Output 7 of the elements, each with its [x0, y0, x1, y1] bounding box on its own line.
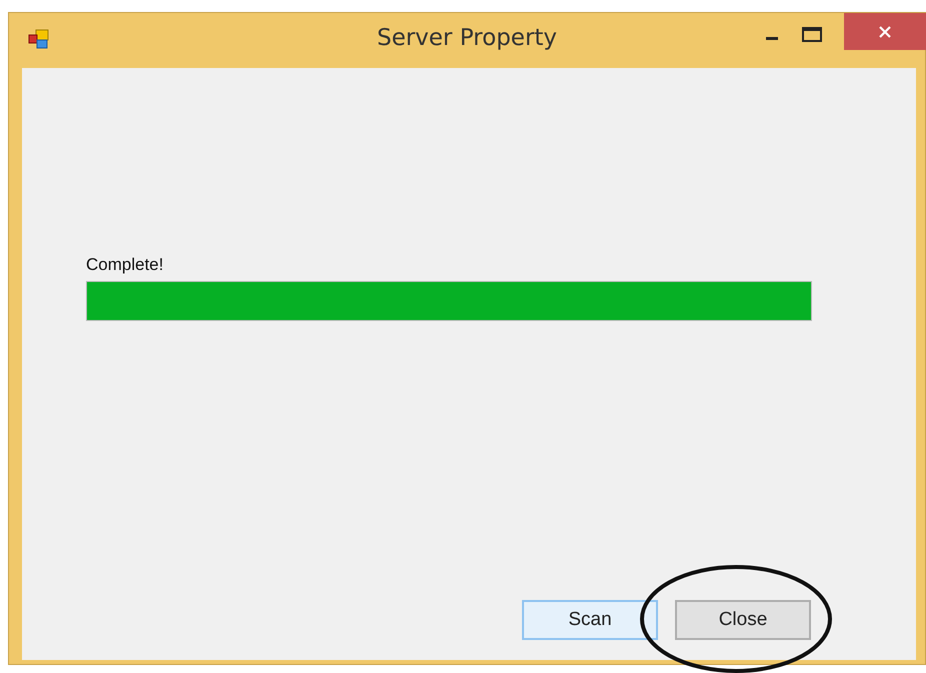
close-icon	[878, 24, 892, 38]
app-icon	[28, 29, 50, 49]
progress-label: Complete!	[86, 255, 164, 275]
dialog-button[interactable]: Close	[675, 600, 811, 640]
maximize-icon[interactable]	[802, 27, 822, 43]
window-title: Server Property	[376, 25, 558, 51]
dialog-button[interactable]: Scan	[522, 600, 658, 640]
